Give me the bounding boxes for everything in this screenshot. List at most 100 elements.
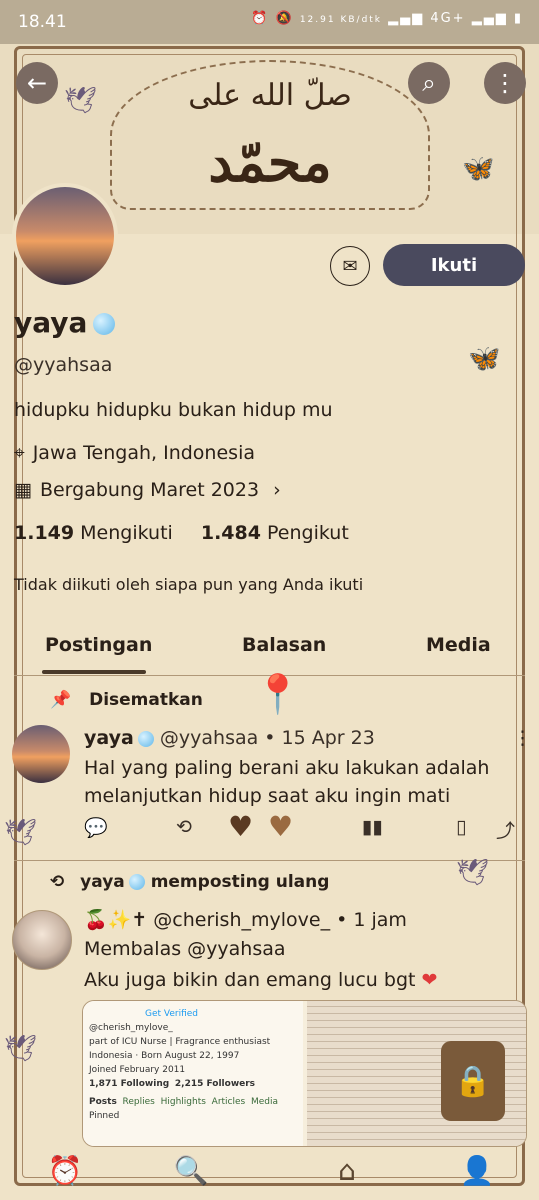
more-button[interactable]: ⋮ <box>484 62 526 104</box>
status-bar: 18.41 ⏰ 🔕 12.91 KB/dtk ▂▄▆ 4G+ ▂▄▆ ▮ <box>0 0 539 44</box>
profile-name: yaya <box>14 306 116 339</box>
followers-count: 1.484 <box>200 522 261 544</box>
embed-counts: 1,871 Following 2,215 Followers <box>89 1077 297 1091</box>
profile-nav-icon[interactable]: 👤 <box>452 1145 502 1195</box>
post-actions: 💬 ⟲ ♥ ♥ ▮▮ ▯ ⤴ <box>84 810 524 846</box>
location-text: Jawa Tengah, Indonesia <box>32 442 255 464</box>
active-tab-indicator <box>42 670 146 674</box>
more-icon: ⋮ <box>493 69 517 97</box>
post-divider <box>14 860 525 861</box>
repost-icon: ⟲ <box>50 872 65 892</box>
repost-author[interactable]: yaya <box>80 872 125 892</box>
pin-icon: 📌 <box>50 690 72 710</box>
search-nav-icon[interactable]: 🔍 <box>166 1145 216 1195</box>
status-time: 18.41 <box>18 12 67 32</box>
tab-media[interactable]: Media <box>426 634 491 656</box>
envelope-icon: ✉ <box>342 255 358 277</box>
post-author-name[interactable]: yaya <box>84 727 134 749</box>
back-arrow-icon: ← <box>26 69 48 97</box>
following-count: 1.149 <box>14 522 75 544</box>
alarm-clock-nav-icon[interactable]: ⏰ <box>40 1145 90 1195</box>
profile-handle: @yyahsaa <box>14 354 113 376</box>
followers-label: Pengikut <box>267 522 349 544</box>
bottom-navigation: ⏰ 🔍 ⌂ 👤 <box>0 1135 539 1200</box>
repost-header: 🍒✨✝ @cherish_mylove_ • 1 jam <box>84 908 407 931</box>
embed-followers: 2,215 Followers <box>174 1079 256 1089</box>
repost-reply-to[interactable]: Membalas @yyahsaa <box>84 935 286 963</box>
post-more-icon[interactable]: ⋮ <box>513 727 532 749</box>
keyhole-lock-icon: 🔒 <box>441 1041 505 1121</box>
embed-tab-replies: Replies <box>122 1097 155 1107</box>
bubbles-icon <box>137 730 154 747</box>
embed-tabs: Posts Replies Highlights Articles Media <box>89 1095 297 1109</box>
location-pin-icon: ⌖ <box>14 442 25 464</box>
post-text-line-2: melanjutkan hidup saat aku ingin mati <box>84 785 451 807</box>
bubbles-icon <box>128 874 145 890</box>
message-button[interactable]: ✉ <box>330 246 370 286</box>
tab-postingan[interactable]: Postingan <box>45 634 152 656</box>
chevron-right-icon: › <box>273 479 281 501</box>
embed-location: Indonesia <box>89 1051 133 1061</box>
embed-pinned: Pinned <box>89 1111 120 1121</box>
status-icons: ⏰ 🔕 12.91 KB/dtk ▂▄▆ 4G+ ▂▄▆ ▮ <box>251 11 523 26</box>
following-link[interactable]: 1.149 Mengikuti <box>14 522 173 544</box>
embed-tab-posts: Posts <box>89 1097 117 1107</box>
swallow-icon-2: 🕊 <box>4 818 38 848</box>
follow-counts: 1.149 Mengikuti 1.484 Pengikut <box>14 522 349 544</box>
post-text: Hal yang paling berani aku lakukan adala… <box>84 754 489 810</box>
share-icon[interactable]: ⤴ <box>496 816 515 843</box>
embed-following: 1,871 Following <box>89 1079 170 1089</box>
embed-tab-media: Media <box>250 1097 278 1107</box>
followers-link[interactable]: 1.484 Pengikut <box>201 522 349 544</box>
swallow-icon-4: 🕊 <box>4 1034 38 1064</box>
alarm-icon: ⏰ <box>251 11 270 26</box>
repost-image[interactable]: Get Verified @cherish_mylove_ part of IC… <box>82 1000 527 1147</box>
bookmark-icon[interactable]: ▯ <box>456 816 466 838</box>
embed-location-born: Indonesia · Born August 22, 1997 <box>89 1051 240 1061</box>
post-text-line-1: Hal yang paling berani aku lakukan adala… <box>84 757 490 779</box>
header-arabic-main: محمّد <box>208 130 332 194</box>
swallow-icon-3: 🕊 <box>456 858 490 888</box>
tab-balasan[interactable]: Balasan <box>242 634 326 656</box>
profile-joined[interactable]: ▦ Bergabung Maret 2023 › <box>14 479 281 501</box>
signal-icon: ▂▄▆ <box>388 11 425 26</box>
repost-avatar[interactable] <box>12 910 72 970</box>
home-nav-icon[interactable]: ⌂ <box>322 1145 372 1195</box>
repost-text-row: Aku juga bikin dan emang lucu bgt ❤ <box>84 966 437 994</box>
butterfly-icon-2: 🦋 <box>468 344 501 374</box>
cherry-emoji: 🍒✨✝ <box>84 909 148 931</box>
pushpin-icon: 📍 <box>254 672 302 716</box>
embed-tab-highlights: Highlights <box>160 1097 206 1107</box>
post-header: yaya @yyahsaa • 15 Apr 23 <box>84 727 375 749</box>
post-avatar[interactable] <box>12 725 70 783</box>
post-handle-date: @yyahsaa • 15 Apr 23 <box>159 727 375 749</box>
reply-icon[interactable]: 💬 <box>84 816 108 839</box>
search-button[interactable]: ⌕ <box>408 62 450 104</box>
header-arabic-top: صلّ الله على <box>188 78 352 113</box>
embed-joined: Joined February 2011 <box>89 1065 186 1075</box>
swallow-icon: 🕊 <box>64 86 98 116</box>
pinned-label: Disematkan <box>89 690 203 710</box>
back-button[interactable]: ← <box>16 62 58 104</box>
embed-bio: part of ICU Nurse | Fragrance enthusiast <box>89 1037 271 1047</box>
like-icon[interactable]: ♥ <box>228 810 253 843</box>
signal-icon-2: ▂▄▆ <box>471 11 508 26</box>
butterfly-icon: 🦋 <box>462 154 495 184</box>
follow-button[interactable]: Ikuti <box>383 244 525 286</box>
profile-location: ⌖ Jawa Tengah, Indonesia <box>14 442 255 464</box>
profile-bio: hidupku hidupku bukan hidup mu <box>14 399 333 421</box>
heart-decor-icon: ♥ <box>268 810 294 843</box>
views-icon[interactable]: ▮▮ <box>362 816 383 838</box>
not-followed-text: Tidak diikuti oleh siapa pun yang Anda i… <box>14 575 364 594</box>
repost-suffix: memposting ulang <box>150 872 330 892</box>
retweet-icon[interactable]: ⟲ <box>176 816 192 838</box>
embed-profile-screenshot: Get Verified @cherish_mylove_ part of IC… <box>83 1001 303 1146</box>
embed-tab-articles: Articles <box>211 1097 246 1107</box>
profile-avatar[interactable] <box>12 183 118 289</box>
pinned-label-row: 📌 Disematkan <box>50 690 203 710</box>
bubbles-icon <box>93 313 116 335</box>
profile-tabs: Postingan Balasan Media <box>14 628 525 672</box>
search-icon: ⌕ <box>422 69 436 97</box>
heart-icon: ❤ <box>421 969 438 991</box>
repost-handle-time: @cherish_mylove_ • 1 jam <box>153 909 407 931</box>
